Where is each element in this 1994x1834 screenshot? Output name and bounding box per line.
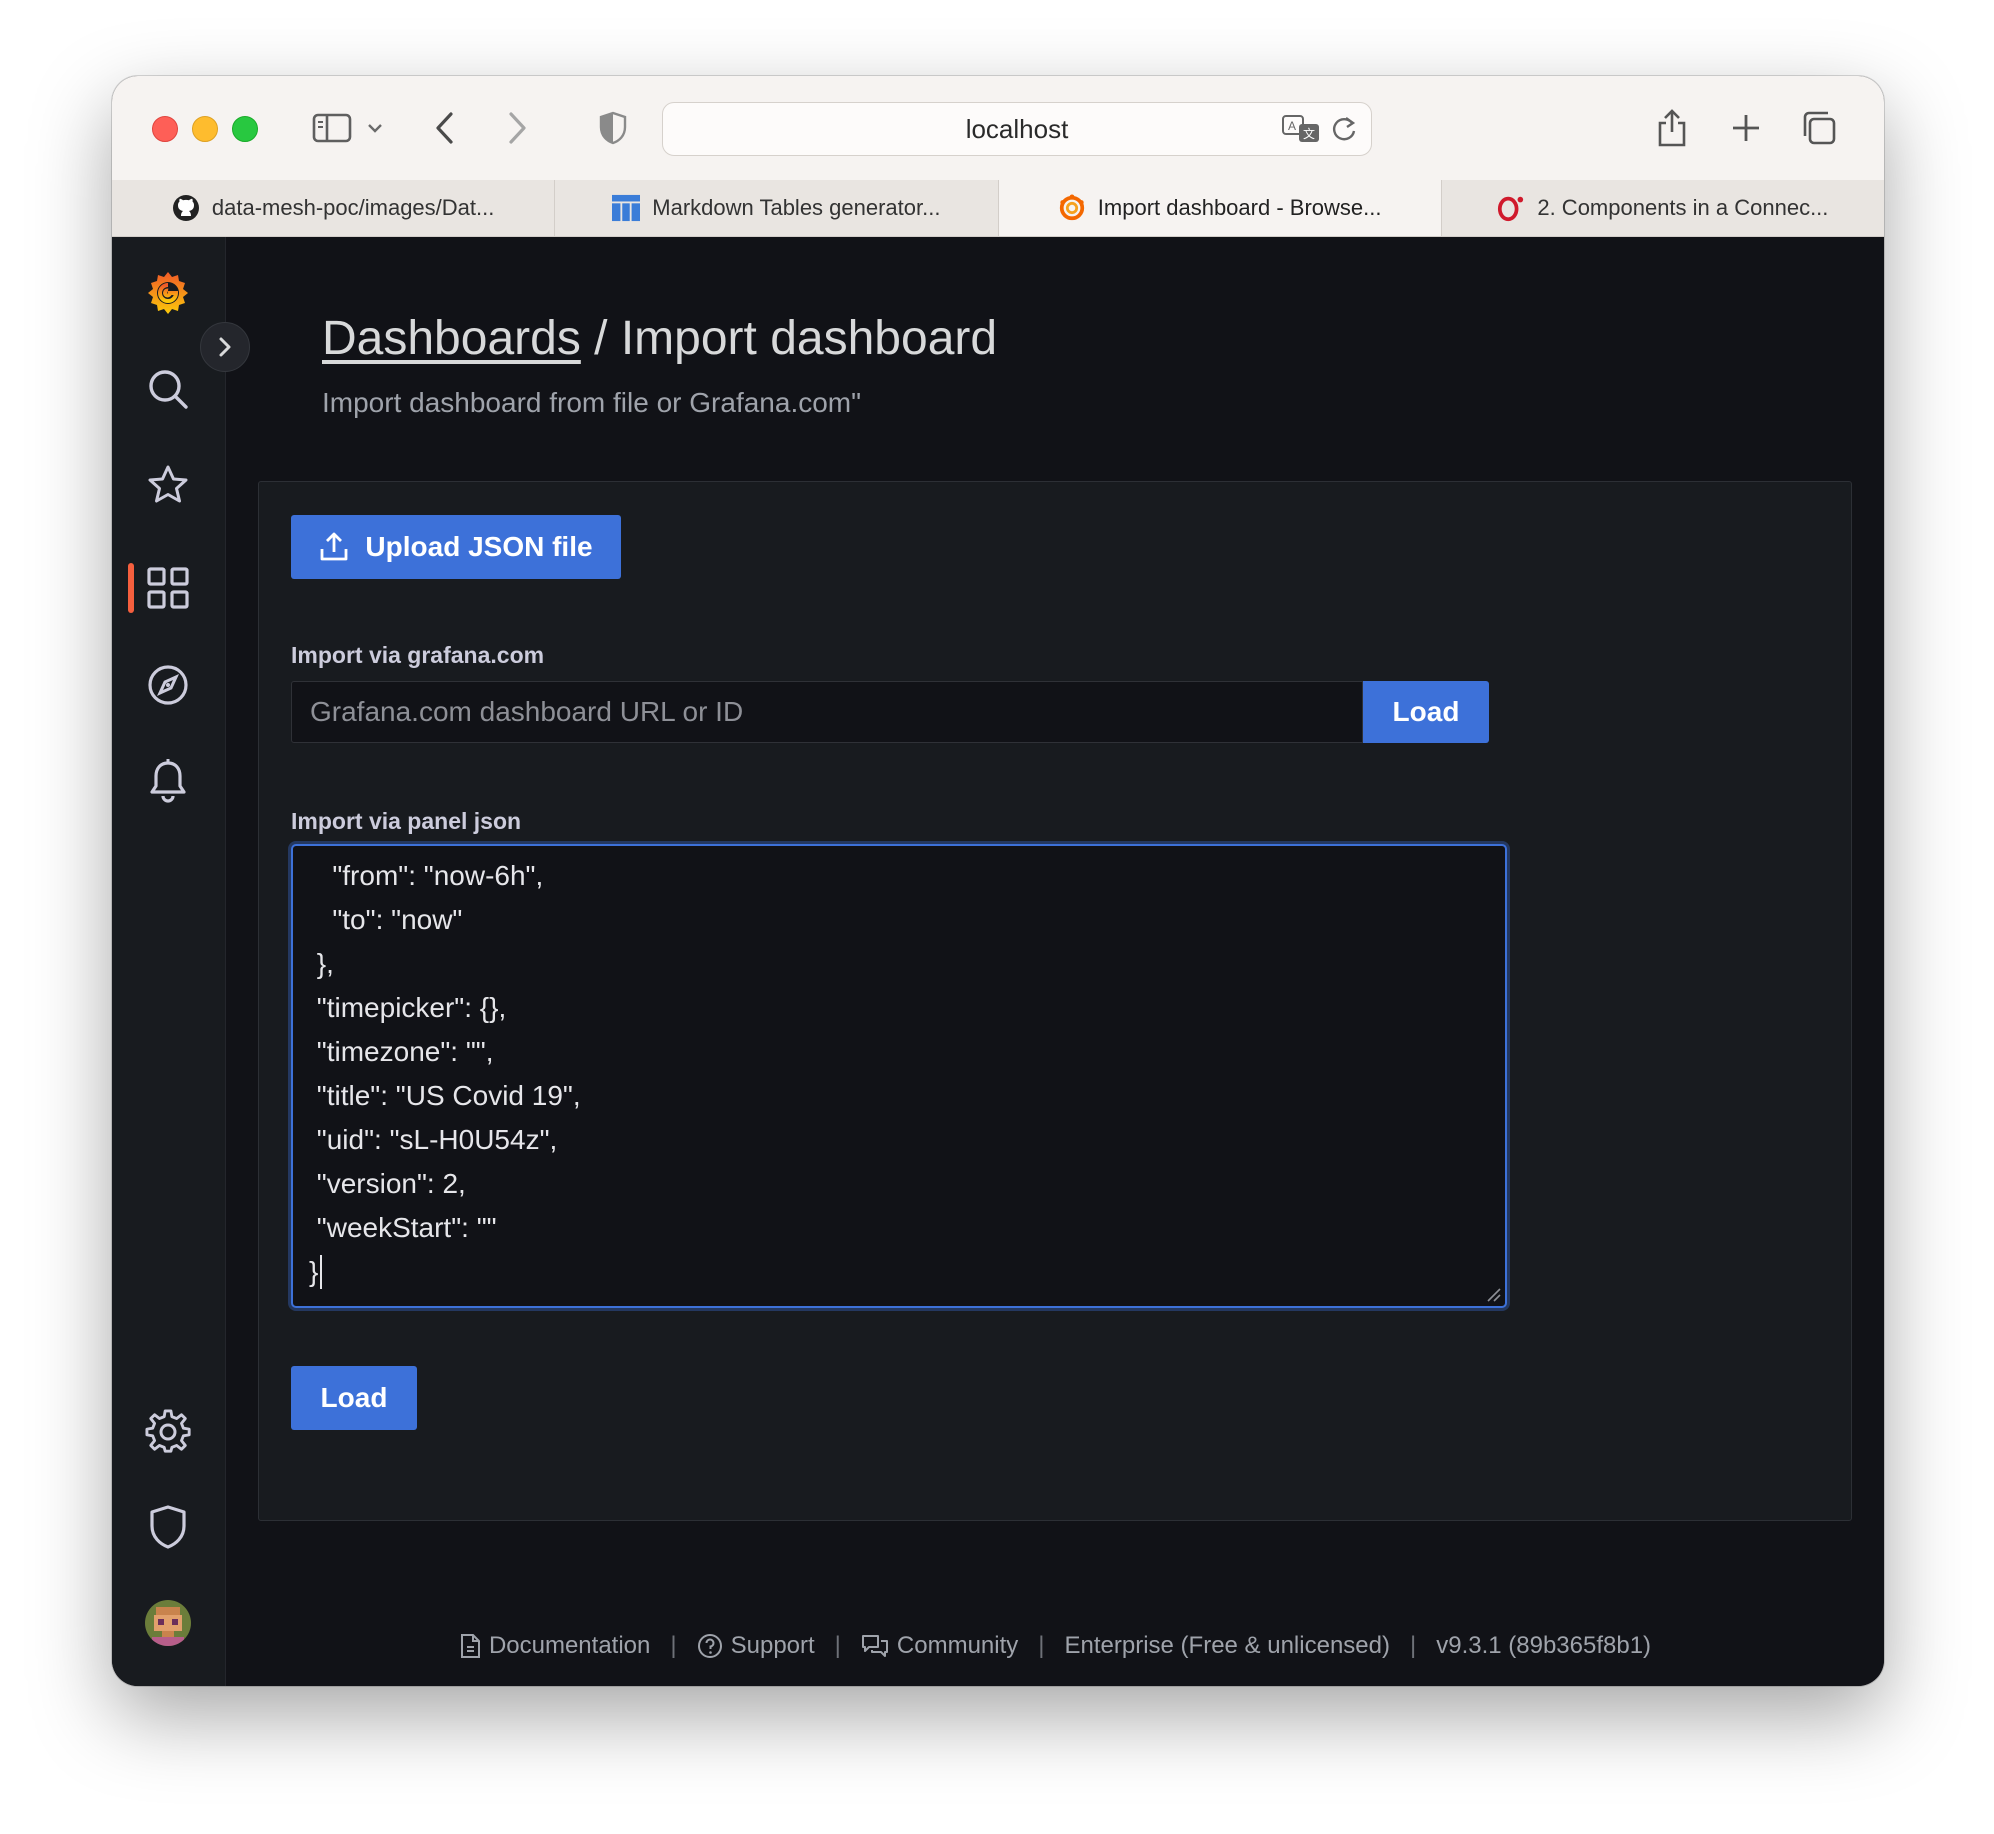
json-line: "from": "now-6h", — [309, 860, 544, 891]
import-panel: Upload JSON file Import via grafana.com … — [258, 481, 1852, 1521]
tab-title: data-mesh-poc/images/Dat... — [211, 195, 495, 220]
footer-documentation-label: Documentation — [488, 1632, 651, 1659]
back-icon[interactable] — [430, 106, 460, 150]
alerting-bell-icon[interactable] — [142, 755, 194, 807]
forward-icon[interactable] — [502, 106, 532, 150]
footer-separator: | — [1409, 1632, 1417, 1659]
tab-components[interactable]: 2. Components in a Connec... — [1442, 180, 1884, 236]
breadcrumb-dashboards-link[interactable]: Dashboards — [322, 312, 581, 365]
share-icon[interactable] — [1652, 106, 1692, 150]
footer-support-link[interactable]: Support — [697, 1632, 815, 1660]
json-line: "version": 2, — [309, 1168, 466, 1199]
tab-title: Markdown Tables generator... — [652, 195, 941, 220]
browser-toolbar: localhost A文 — [112, 76, 1884, 181]
tab-import-dashboard[interactable]: Import dashboard - Browse... — [998, 180, 1442, 236]
json-line: "timepicker": {}, — [309, 992, 507, 1023]
footer-separator: | — [834, 1632, 841, 1659]
json-last-line: } — [309, 1256, 319, 1287]
expand-menu-button[interactable] — [200, 322, 250, 372]
address-bar[interactable]: localhost A文 — [662, 102, 1372, 156]
json-line: "title": "US Covid 19", — [309, 1080, 581, 1111]
github-icon — [172, 194, 200, 222]
footer: Documentation | Support | Community | En… — [226, 1632, 1884, 1660]
browser-window: localhost A文 data-mesh-poc/images/Dat... — [112, 76, 1884, 1686]
active-indicator — [128, 563, 134, 613]
tab-markdown-tables[interactable]: Markdown Tables generator... — [555, 180, 999, 236]
json-line: "uid": "sL-H0U54z", — [309, 1124, 558, 1155]
footer-separator: | — [670, 1632, 677, 1659]
tab-title: Import dashboard - Browse... — [1097, 195, 1382, 220]
load-grafana-label: Load — [1392, 696, 1460, 727]
svg-text:文: 文 — [1303, 126, 1315, 141]
footer-support-label: Support — [730, 1632, 815, 1659]
zoom-window-button[interactable] — [232, 116, 258, 142]
json-line: "to": "now" — [309, 904, 463, 935]
upload-json-button[interactable]: Upload JSON file — [291, 515, 621, 579]
reload-icon[interactable] — [1331, 115, 1357, 148]
page-title: Dashboards / Import dashboard — [322, 311, 997, 366]
footer-documentation-link[interactable]: Documentation — [459, 1632, 650, 1660]
chevron-right-icon — [219, 337, 231, 357]
tab-github[interactable]: data-mesh-poc/images/Dat... — [112, 180, 556, 236]
server-admin-shield-icon[interactable] — [142, 1501, 194, 1553]
json-line: "weekStart": "" — [309, 1212, 497, 1243]
footer-community-label: Community — [896, 1632, 1019, 1659]
resize-handle-icon[interactable] — [1485, 1286, 1501, 1302]
close-window-button[interactable] — [152, 116, 178, 142]
translate-icon[interactable]: A文 — [1281, 112, 1321, 151]
grafana-url-input[interactable] — [291, 681, 1363, 743]
grafana-logo-icon[interactable] — [142, 267, 194, 319]
load-json-button[interactable]: Load — [291, 1366, 417, 1430]
chevron-down-icon[interactable] — [364, 106, 386, 150]
dashboards-icon[interactable] — [142, 562, 194, 614]
upload-icon — [321, 532, 348, 561]
sidebar — [112, 237, 226, 1686]
svg-text:A: A — [1288, 119, 1296, 133]
load-grafana-button[interactable]: Load — [1363, 681, 1489, 743]
grafana-app: Dashboards / Import dashboard Import das… — [112, 237, 1884, 1686]
json-line: "timezone": "", — [309, 1036, 494, 1067]
search-icon[interactable] — [142, 363, 194, 415]
load-json-label: Load — [320, 1382, 388, 1413]
text-cursor — [320, 1255, 323, 1289]
url-text: localhost — [965, 114, 1069, 144]
footer-community-link[interactable]: Community — [861, 1632, 1018, 1660]
breadcrumb-separator: / — [580, 312, 621, 365]
footer-edition: Enterprise (Free & unlicensed) — [1064, 1632, 1390, 1659]
panel-json-textarea[interactable]: "from": "now-6h", "to": "now" }, "timepi… — [291, 844, 1507, 1308]
opera-icon — [1497, 194, 1525, 222]
table-icon — [612, 194, 641, 222]
panel-json-label: Import via panel json — [291, 808, 522, 834]
json-line: }, — [309, 948, 334, 979]
user-avatar[interactable] — [142, 1597, 194, 1649]
main-content: Dashboards / Import dashboard Import das… — [226, 237, 1884, 1686]
explore-icon[interactable] — [142, 659, 194, 711]
tab-title: 2. Components in a Connec... — [1537, 195, 1829, 220]
page-title-text: Import dashboard — [620, 312, 998, 365]
grafana-com-label: Import via grafana.com — [291, 642, 545, 668]
question-circle-icon — [697, 1634, 722, 1658]
footer-version: v9.3.1 (89b365f8b1) — [1436, 1632, 1652, 1659]
configuration-gear-icon[interactable] — [142, 1405, 194, 1457]
comments-icon — [861, 1635, 888, 1657]
footer-separator: | — [1038, 1632, 1045, 1659]
tab-bar: data-mesh-poc/images/Dat... Markdown Tab… — [112, 180, 1884, 237]
upload-json-label: Upload JSON file — [365, 531, 593, 562]
document-icon — [460, 1634, 480, 1658]
tab-overview-icon[interactable] — [1798, 106, 1840, 150]
sidebar-toggle-icon[interactable] — [308, 106, 356, 150]
json-line: } — [309, 1250, 1489, 1294]
minimize-window-button[interactable] — [192, 116, 218, 142]
page-subtitle: Import dashboard from file or Grafana.co… — [322, 387, 862, 418]
starred-icon[interactable] — [142, 459, 194, 511]
privacy-shield-icon[interactable] — [596, 106, 630, 150]
new-tab-icon[interactable] — [1726, 106, 1766, 150]
grafana-icon — [1058, 194, 1086, 222]
